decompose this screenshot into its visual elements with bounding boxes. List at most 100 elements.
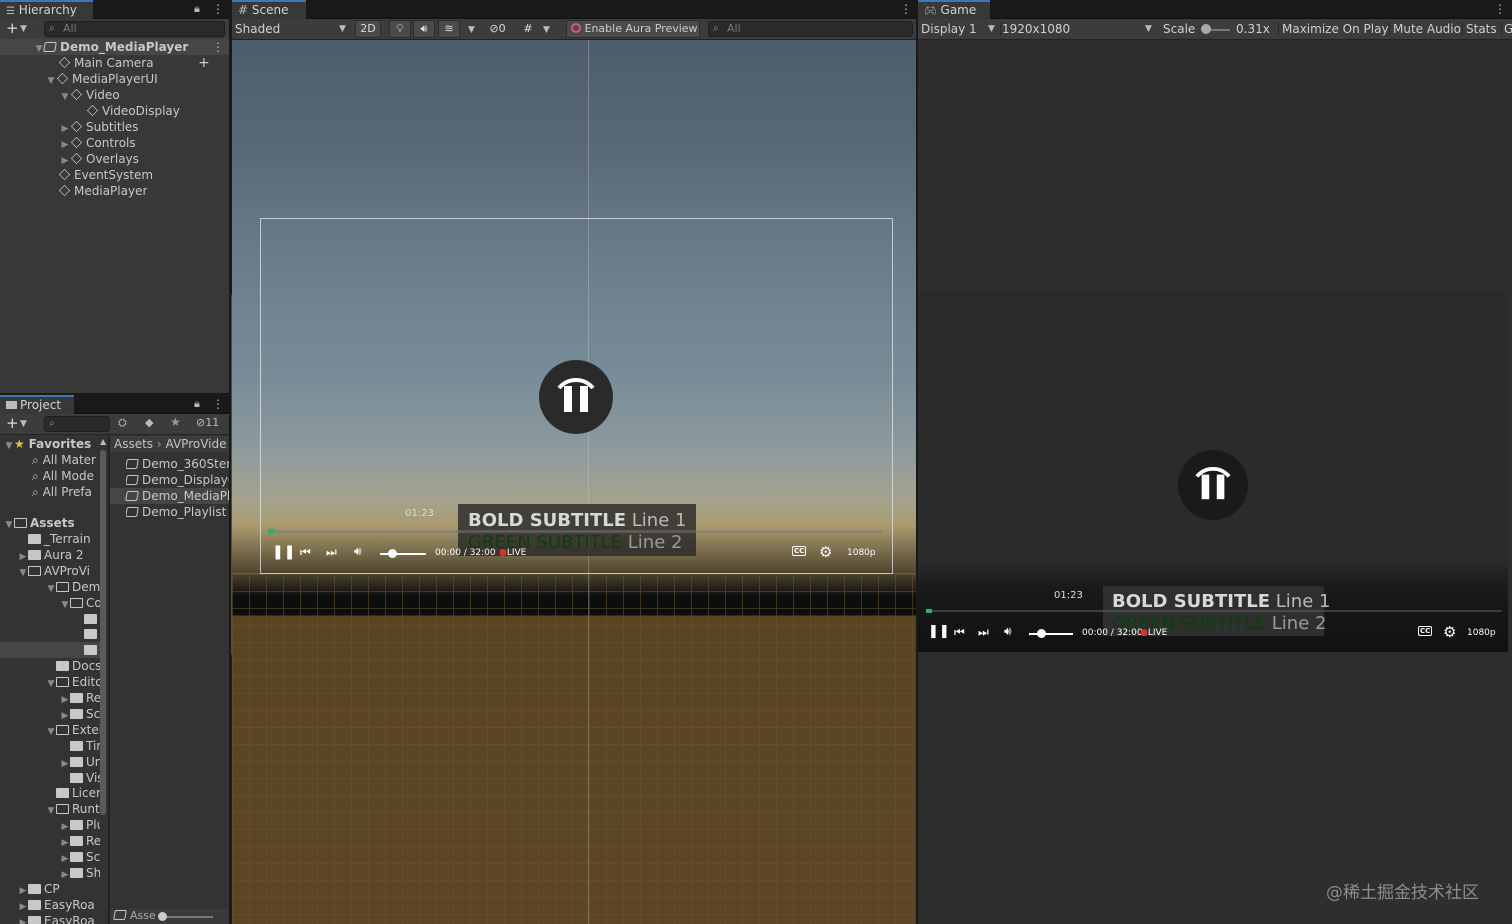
folder-item[interactable]: ▼ Runtin: [0, 801, 100, 817]
folder-item[interactable]: ▼ Cor: [0, 595, 100, 611]
lighting-toggle-icon[interactable]: 💡︎: [389, 20, 411, 38]
tree-item-eventsystem[interactable]: EventSystem: [0, 167, 153, 183]
volume-slider-thumb[interactable]: [388, 549, 397, 558]
mute-audio-button[interactable]: Mute Audio: [1389, 22, 1461, 36]
quality-label[interactable]: 1080p: [847, 548, 876, 558]
folder-item[interactable]: San: [0, 626, 100, 642]
effects-toggle-icon[interactable]: ≋: [438, 20, 460, 38]
more-menu-icon[interactable]: ⋮: [900, 2, 912, 16]
breadcrumb-item[interactable]: AVProVide: [166, 437, 227, 451]
folder-item[interactable]: ▶ Scr: [0, 849, 100, 865]
display-dropdown[interactable]: Display 1 ▼: [921, 22, 997, 36]
chevron-right-icon[interactable]: ▶: [60, 121, 70, 135]
chevron-right-icon[interactable]: ▶: [60, 692, 70, 706]
chevron-down-icon[interactable]: ▼: [4, 438, 14, 452]
project-search-input[interactable]: ⌕: [44, 416, 110, 432]
chevron-right-icon[interactable]: ▶: [60, 867, 70, 881]
toggle-2d-button[interactable]: 2D: [355, 20, 381, 38]
breadcrumb-item[interactable]: Assets: [114, 437, 153, 451]
more-menu-icon[interactable]: ⋮: [212, 39, 224, 55]
chevron-down-icon[interactable]: ▼: [34, 41, 44, 55]
folder-item[interactable]: ▶ Res: [0, 833, 100, 849]
volume-icon[interactable]: 🔊︎: [354, 544, 362, 559]
scene-viewport[interactable]: BOLD SUBTITLE Line 1 GREEN SUBTITLE Line…: [232, 40, 916, 924]
tab-project[interactable]: Project: [0, 395, 74, 414]
tree-item-controls[interactable]: ▶ Controls: [0, 135, 136, 151]
assets-header[interactable]: ▼ Assets: [0, 515, 75, 531]
tree-item-mediaplayerui[interactable]: ▼ MediaPlayerUI: [0, 71, 158, 87]
label-tag-icon[interactable]: ◆: [145, 416, 153, 429]
folder-item[interactable]: ▶ Plug: [0, 817, 100, 833]
folder-item-selected[interactable]: Sce: [0, 642, 100, 659]
project-tree-scrollbar[interactable]: [100, 450, 106, 815]
folder-item[interactable]: ▶ Sha: [0, 865, 100, 881]
closed-captions-icon[interactable]: CC: [792, 546, 807, 556]
folder-item[interactable]: ▶ EasyRoa: [0, 897, 100, 913]
folder-item[interactable]: _Terrain: [0, 531, 100, 547]
skip-forward-icon[interactable]: ⏭︎: [326, 545, 337, 560]
quality-label[interactable]: 1080p: [1467, 628, 1496, 638]
chevron-right-icon[interactable]: ▶: [18, 915, 28, 924]
resolution-dropdown[interactable]: 1920x1080 ▼: [1000, 22, 1154, 36]
chevron-down-icon[interactable]: ▼: [543, 25, 550, 35]
tree-item-subtitles[interactable]: ▶ Subtitles: [0, 119, 139, 135]
tree-item-video[interactable]: ▼ Video: [0, 87, 120, 103]
chevron-down-icon[interactable]: ▼: [60, 597, 70, 611]
tree-item-overlays[interactable]: ▶ Overlays: [0, 151, 139, 167]
shading-mode-dropdown[interactable]: Shaded ▼: [235, 22, 347, 36]
chevron-down-icon[interactable]: ▼: [46, 676, 56, 690]
scene-search-input[interactable]: ⌕ All: [708, 21, 913, 37]
more-menu-icon[interactable]: ⋮: [212, 397, 224, 411]
volume-slider[interactable]: [380, 553, 426, 555]
file-item[interactable]: Demo_DisplayC: [126, 472, 229, 488]
add-icon[interactable]: +: [6, 414, 19, 432]
file-item[interactable]: Demo_360Ster: [126, 456, 229, 472]
folder-item[interactable]: Visu: [0, 770, 100, 786]
skip-back-icon[interactable]: ⏮︎: [954, 625, 965, 640]
zoom-slider-thumb[interactable]: [158, 912, 167, 921]
seek-bar[interactable]: [268, 530, 882, 533]
closed-captions-icon[interactable]: CC: [1418, 626, 1433, 636]
gizmos-button[interactable]: G: [1501, 22, 1512, 36]
folder-item[interactable]: M: [0, 611, 100, 627]
chevron-right-icon[interactable]: ▶: [60, 137, 70, 151]
sort-arrow-icon[interactable]: ▲: [100, 437, 106, 446]
chevron-right-icon[interactable]: ▶: [60, 153, 70, 167]
stats-button[interactable]: Stats: [1462, 22, 1497, 36]
favorites-header[interactable]: ▼ ★ Favorites: [0, 436, 92, 452]
favorite-item[interactable]: ⌕ All Mode: [0, 468, 94, 484]
folder-item[interactable]: ▶ Uni: [0, 754, 100, 770]
chevron-down-icon[interactable]: ▼: [46, 581, 56, 595]
project-divider[interactable]: [108, 436, 110, 924]
chevron-right-icon[interactable]: ▶: [60, 756, 70, 770]
chevron-down-icon[interactable]: ▼: [60, 89, 70, 103]
add-icon[interactable]: +: [6, 19, 19, 37]
skip-back-icon[interactable]: ⏮︎: [300, 545, 311, 560]
lock-icon[interactable]: 🔒︎: [194, 397, 200, 411]
more-menu-icon[interactable]: ⋮: [212, 2, 224, 16]
folder-item[interactable]: ▼ Extens: [0, 722, 100, 738]
scale-slider-thumb[interactable]: [1201, 24, 1211, 34]
pause-button[interactable]: ❚❚: [928, 624, 950, 639]
folder-item[interactable]: Tim: [0, 738, 100, 754]
chevron-down-icon[interactable]: ▼: [18, 565, 28, 579]
folder-item[interactable]: ▶ Scr: [0, 706, 100, 722]
folder-item[interactable]: ▶ EasyRoa: [0, 913, 100, 924]
favorite-item[interactable]: ⌕ All Prefa: [0, 484, 92, 500]
play-pause-overlay-button[interactable]: [539, 360, 613, 434]
chevron-down-icon[interactable]: ▼: [20, 24, 27, 34]
star-icon[interactable]: ★: [170, 415, 181, 429]
filter-type-icon[interactable]: ⛭: [118, 416, 127, 430]
chevron-down-icon[interactable]: ▼: [4, 517, 14, 531]
chevron-right-icon[interactable]: ▶: [18, 899, 28, 913]
chevron-down-icon[interactable]: ▼: [46, 803, 56, 817]
chevron-down-icon[interactable]: ▼: [46, 73, 56, 87]
tree-item-videodisplay[interactable]: VideoDisplay: [0, 103, 180, 119]
volume-icon[interactable]: 🔊︎: [1004, 624, 1012, 639]
aura-preview-button[interactable]: Enable Aura Preview: [566, 20, 700, 38]
folder-item[interactable]: Licens: [0, 785, 100, 801]
hidden-eye-icon[interactable]: ⊘11: [196, 416, 219, 429]
grid-toggle-icon[interactable]: #: [518, 20, 538, 38]
folder-item[interactable]: ▶ Res: [0, 690, 100, 706]
pause-button[interactable]: ❚❚: [272, 544, 295, 560]
